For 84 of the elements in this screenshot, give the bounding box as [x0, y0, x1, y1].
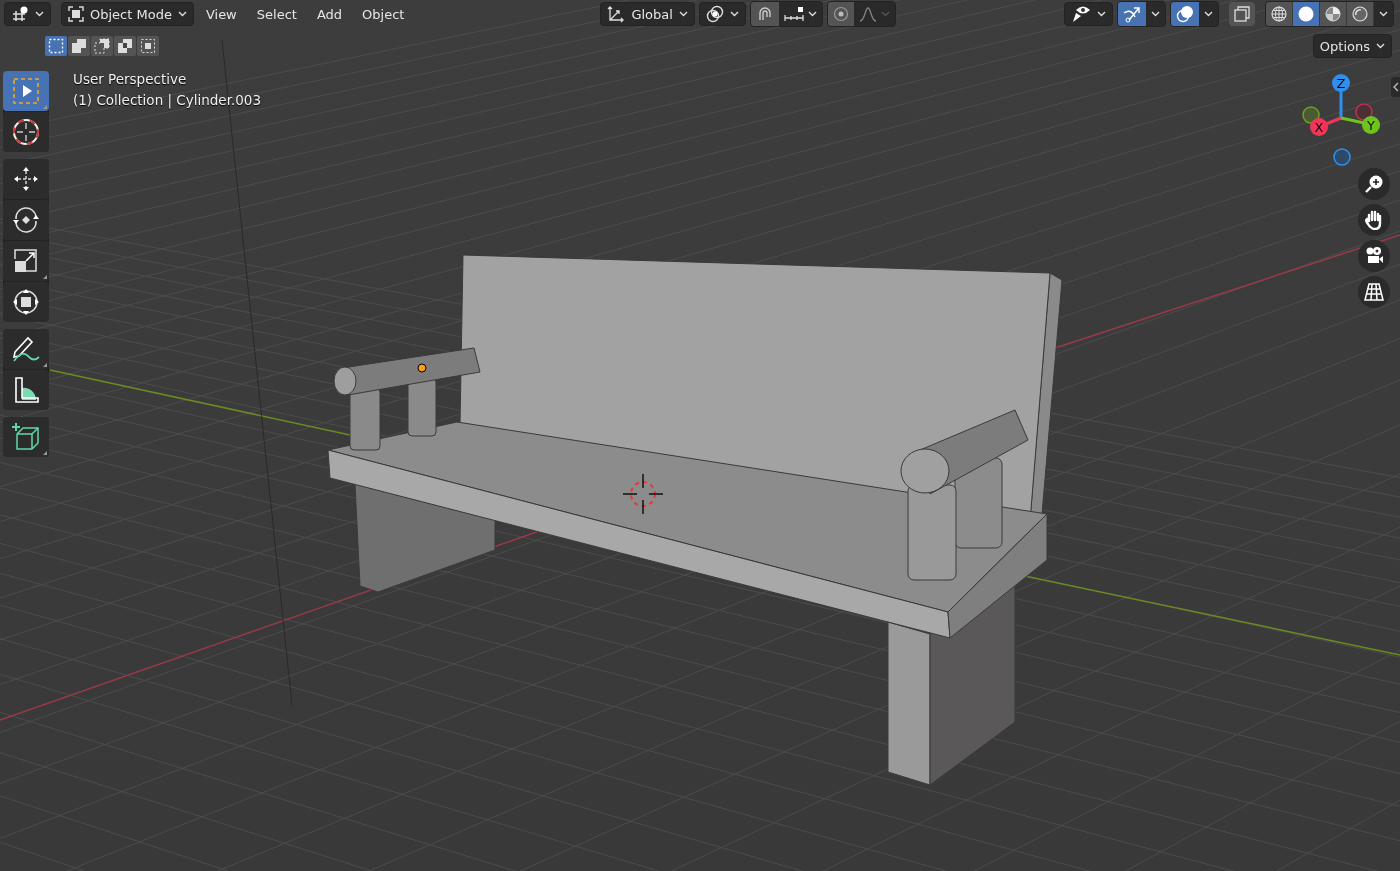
caret-icon [1379, 11, 1388, 17]
select-box-icon [12, 77, 40, 105]
union-squares-icon [71, 38, 87, 54]
wireframe-sphere-icon [1271, 6, 1287, 22]
pivot-dropdown[interactable] [698, 2, 746, 26]
shading-mode-button[interactable] [1320, 2, 1347, 26]
tool-button[interactable] [3, 241, 49, 281]
overlapping-squares-icon [1234, 6, 1250, 22]
overlapping-circles-icon [1176, 5, 1194, 23]
options-dropdown[interactable]: Options [1312, 34, 1392, 58]
caret-icon [1204, 11, 1213, 17]
caret-icon [1097, 11, 1106, 17]
shading-mode-button[interactable] [1347, 2, 1374, 26]
3d-cursor-icon [622, 473, 664, 515]
chevron-left-icon [1392, 82, 1399, 92]
object-info-label: (1) Collection | Cylinder.003 [73, 92, 262, 108]
gizmo-axis-handle[interactable]: Z [1332, 74, 1350, 92]
tool-button[interactable] [3, 370, 49, 410]
menu-item[interactable]: Select [248, 2, 305, 26]
gizmo-axis-handle[interactable]: Y [1362, 116, 1380, 134]
tool-button[interactable] [3, 200, 49, 240]
caret-icon [678, 11, 688, 17]
dashed-square-icon [48, 38, 64, 54]
caret-icon [729, 11, 739, 17]
difference-squares-icon [117, 38, 133, 54]
orientation-dropdown[interactable]: Global [600, 2, 695, 26]
tool-button[interactable] [3, 417, 49, 457]
move-arrows-icon [12, 165, 40, 193]
caret-icon [880, 11, 890, 17]
rendered-sphere-icon [1352, 6, 1368, 22]
object-mode-icon [68, 6, 84, 22]
subtract-squares-icon [94, 38, 110, 54]
falloff-curve-icon [858, 6, 877, 22]
rotate-icon [12, 206, 40, 234]
menu-item[interactable]: Add [308, 2, 351, 26]
xray-toggle[interactable] [1229, 2, 1255, 26]
tool-button[interactable] [3, 282, 49, 322]
select-mode-button[interactable] [45, 36, 67, 56]
pivot-icon [705, 5, 724, 23]
tool-button[interactable] [3, 112, 49, 152]
solid-sphere-icon [1298, 6, 1314, 22]
menu-item[interactable]: View [197, 2, 245, 26]
editor-type-button[interactable] [4, 2, 51, 26]
caret-icon [177, 11, 187, 17]
proportional-edit-icon [832, 6, 849, 22]
movie-camera-icon [1364, 246, 1384, 266]
sidebar-toggle[interactable] [1391, 77, 1400, 97]
caret-icon [1376, 43, 1385, 49]
gizmo-axis-handle[interactable]: X [1310, 118, 1328, 136]
shading-mode-button[interactable] [1266, 2, 1293, 26]
tool-button[interactable] [3, 329, 49, 369]
select-mode-button[interactable] [137, 36, 159, 56]
shading-mode-button[interactable] [1293, 2, 1320, 26]
material-sphere-icon [1325, 6, 1341, 22]
caret-icon [807, 11, 817, 17]
gizmo-arrow-icon [1123, 5, 1141, 23]
gizmo-toggle[interactable] [1118, 2, 1146, 26]
increment-icon [783, 6, 804, 22]
ruler-protractor-icon [12, 376, 40, 404]
transform-icon [12, 288, 40, 316]
scale-icon [12, 247, 40, 275]
pencil-stroke-icon [11, 335, 41, 363]
select-mode-button[interactable] [114, 36, 136, 56]
perspective-grid-icon [1364, 282, 1384, 302]
tool-button[interactable] [3, 159, 49, 199]
snap-toggle[interactable] [750, 2, 779, 26]
intersect-squares-icon [140, 38, 156, 54]
mode-dropdown[interactable]: Object Mode [61, 2, 194, 26]
caret-icon [35, 11, 44, 17]
zoom-icon [1364, 174, 1384, 194]
cursor-target-icon [12, 118, 40, 146]
caret-icon [1151, 11, 1160, 17]
add-cube-icon [11, 422, 41, 452]
visibility-dropdown[interactable] [1064, 2, 1113, 26]
eye-pointer-icon [1071, 5, 1091, 23]
menu-item[interactable]: Object [354, 2, 413, 26]
editor-type-icon [11, 6, 29, 22]
select-mode-button[interactable] [91, 36, 113, 56]
select-mode-button[interactable] [68, 36, 90, 56]
orientation-icon [607, 5, 626, 23]
hand-icon [1364, 210, 1384, 230]
proportional-edit-toggle[interactable] [827, 2, 854, 26]
view-name-label: User Perspective [73, 71, 188, 87]
overlays-toggle[interactable] [1171, 2, 1199, 26]
